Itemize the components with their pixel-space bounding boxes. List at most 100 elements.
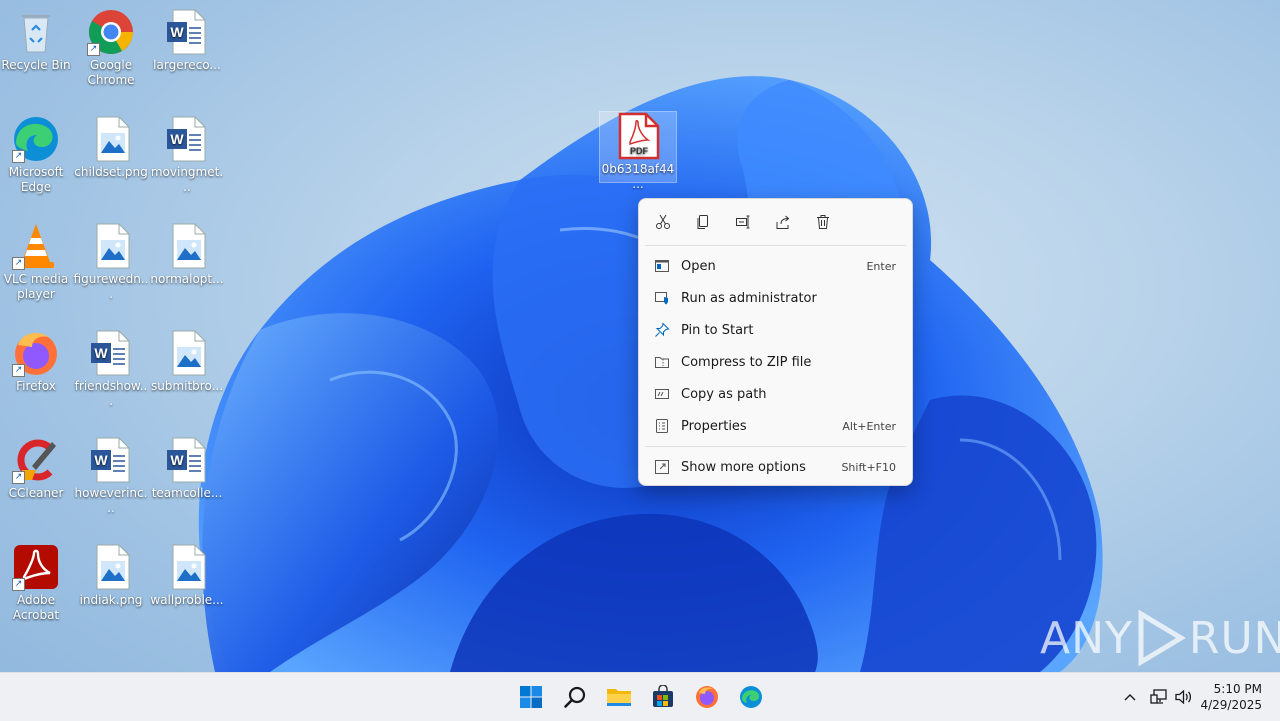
cut-button[interactable] xyxy=(647,206,679,238)
svg-text:W: W xyxy=(94,452,108,468)
desktop-icon-label: Adobe Acrobat xyxy=(12,593,60,622)
zip-folder-icon xyxy=(653,353,671,371)
desktop-icon-label: normalopt... xyxy=(150,272,224,286)
menu-item-compress-zip[interactable]: Compress to ZIP file xyxy=(639,346,912,378)
desktop-icon[interactable]: normalopt... xyxy=(149,222,225,287)
shortcut-arrow-icon: ↗ xyxy=(87,43,100,56)
menu-item-label: Open xyxy=(681,258,716,274)
pin-icon xyxy=(653,321,671,339)
desktop-icon-label: largereco... xyxy=(153,58,221,72)
properties-icon xyxy=(653,417,671,435)
svg-text:W: W xyxy=(170,452,184,468)
more-options-icon xyxy=(653,458,671,476)
word-doc-icon: W xyxy=(163,436,211,484)
start-icon xyxy=(520,686,542,708)
desktop-icon-label: howeverinc... xyxy=(74,486,148,515)
play-logo-icon xyxy=(1138,610,1186,666)
word-doc-icon: W xyxy=(87,436,135,484)
menu-item-label: Show more options xyxy=(681,459,806,475)
file-explorer-button[interactable] xyxy=(603,681,635,713)
share-icon xyxy=(776,215,790,229)
path-icon xyxy=(653,385,671,403)
desktop-icon[interactable]: indiak.png xyxy=(73,543,149,608)
desktop-icon[interactable]: Recycle Bin xyxy=(0,8,74,73)
desktop-icon-label: figurewedn... xyxy=(73,272,149,301)
clock-date: 4/29/2025 xyxy=(1200,698,1262,712)
image-file-icon xyxy=(87,222,135,270)
chevron-up-icon[interactable] xyxy=(1120,693,1140,701)
menu-item-show-more-options[interactable]: Show more options Shift+F10 xyxy=(639,451,912,483)
word-doc-icon: W xyxy=(163,115,211,163)
firefox-icon xyxy=(696,686,718,708)
svg-text:W: W xyxy=(170,24,184,40)
shortcut-arrow-icon: ↗ xyxy=(12,364,25,377)
edge-button[interactable] xyxy=(735,681,767,713)
clock-time: 5:10 PM xyxy=(1213,682,1262,696)
shortcut-arrow-icon: ↗ xyxy=(12,578,25,591)
file-explorer-icon xyxy=(607,689,631,706)
search-icon xyxy=(564,686,586,708)
store-button[interactable] xyxy=(647,681,679,713)
menu-item-shortcut: Shift+F10 xyxy=(841,460,896,474)
rename-button[interactable] xyxy=(727,206,759,238)
ccleaner-icon: ↗ xyxy=(12,436,60,484)
copy-icon xyxy=(697,215,708,229)
menu-item-properties[interactable]: Properties Alt+Enter xyxy=(639,410,912,442)
image-file-icon xyxy=(87,543,135,591)
desktop-icon[interactable]: ↗ CCleaner xyxy=(0,436,74,501)
menu-item-run-as-admin[interactable]: Run as administrator xyxy=(639,282,912,314)
desktop-icon-label: Recycle Bin xyxy=(1,58,71,72)
network-icon[interactable] xyxy=(1146,689,1172,705)
desktop-icon[interactable]: ↗ Microsoft Edge xyxy=(0,115,74,195)
chrome-icon: ↗ xyxy=(87,8,135,56)
desktop-icon-label: VLC media player xyxy=(3,272,69,301)
clock[interactable]: 5:10 PM 4/29/2025 xyxy=(1200,681,1262,713)
menu-item-label: Pin to Start xyxy=(681,322,754,338)
desktop-icon[interactable]: Wfriendshow... xyxy=(73,329,149,409)
desktop-icon[interactable]: ↗ Firefox xyxy=(0,329,74,394)
rename-icon xyxy=(736,215,750,229)
desktop-icon[interactable]: Whoweverinc... xyxy=(73,436,149,516)
context-menu: Open Enter Run as administrator Pin to S… xyxy=(638,198,913,486)
desktop-icon[interactable]: submitbro... xyxy=(149,329,225,394)
desktop-icon-label: CCleaner xyxy=(8,486,64,500)
menu-item-shortcut: Enter xyxy=(866,259,896,273)
menu-item-copy-as-path[interactable]: Copy as path xyxy=(639,378,912,410)
desktop-icon[interactable]: ↗ VLC media player xyxy=(0,222,74,302)
volume-icon[interactable] xyxy=(1172,689,1196,705)
image-file-icon xyxy=(163,222,211,270)
desktop-pdf-file[interactable]: PDF 0b6318af44... xyxy=(599,111,677,191)
copy-button[interactable] xyxy=(687,206,719,238)
menu-item-open[interactable]: Open Enter xyxy=(639,250,912,282)
desktop-icon[interactable]: ↗ Google Chrome xyxy=(73,8,149,88)
share-button[interactable] xyxy=(767,206,799,238)
anyrun-watermark: ANY RUN xyxy=(1040,610,1280,666)
context-menu-toolbar xyxy=(639,199,912,245)
delete-button[interactable] xyxy=(807,206,839,238)
desktop-icon-label: movingmet... xyxy=(150,165,224,194)
shortcut-arrow-icon: ↗ xyxy=(12,150,25,163)
desktop-icon-label: childset.png xyxy=(74,165,148,179)
vlc-icon: ↗ xyxy=(12,222,60,270)
image-file-icon xyxy=(163,543,211,591)
pdf-file-label: 0b6318af44... xyxy=(601,162,675,191)
edge-icon: ↗ xyxy=(12,115,60,163)
desktop-icon[interactable]: wallproble... xyxy=(149,543,225,608)
shortcut-arrow-icon: ↗ xyxy=(12,471,25,484)
desktop-icon[interactable]: figurewedn... xyxy=(73,222,149,302)
desktop-icon[interactable]: Wteamcolle... xyxy=(149,436,225,501)
desktop-icon-label: indiak.png xyxy=(79,593,143,607)
desktop-icon-label: submitbro... xyxy=(150,379,224,393)
desktop-icon[interactable]: Wlargereco... xyxy=(149,8,225,73)
search-button[interactable] xyxy=(559,681,591,713)
firefox-icon: ↗ xyxy=(12,329,60,377)
start-button[interactable] xyxy=(515,681,547,713)
desktop-icon[interactable]: Wmovingmet... xyxy=(149,115,225,195)
desktop-icon[interactable]: ↗ Adobe Acrobat xyxy=(0,543,74,623)
shortcut-arrow-icon: ↗ xyxy=(12,257,25,270)
firefox-button[interactable] xyxy=(691,681,723,713)
desktop-icon[interactable]: childset.png xyxy=(73,115,149,180)
watermark-text-left: ANY xyxy=(1040,612,1133,664)
word-doc-icon: W xyxy=(87,329,135,377)
menu-item-pin-to-start[interactable]: Pin to Start xyxy=(639,314,912,346)
